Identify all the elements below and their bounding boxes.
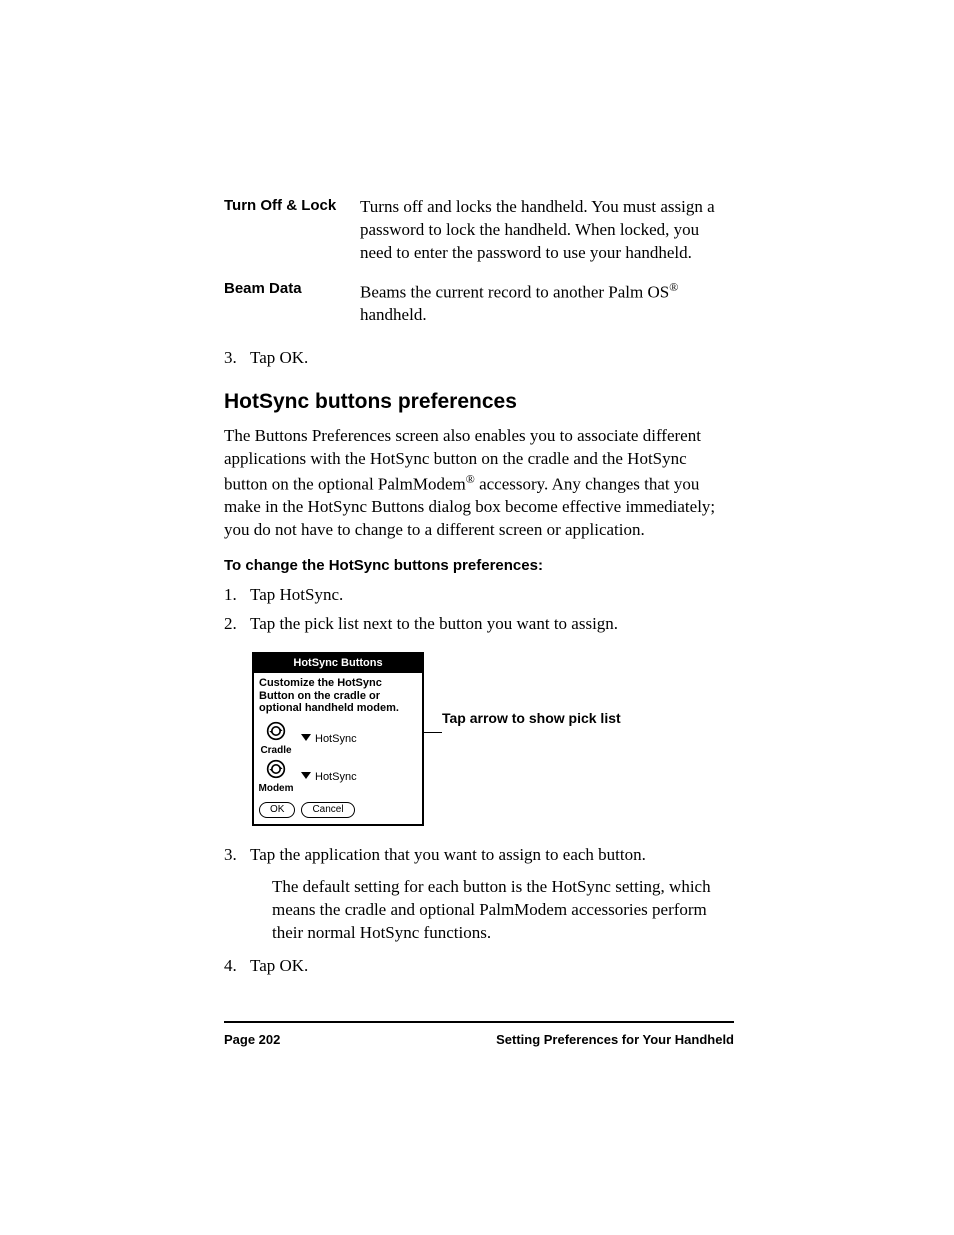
- step-number: 3.: [224, 844, 250, 867]
- modem-picklist-value: HotSync: [315, 770, 357, 785]
- definition-list: Turn Off & Lock Turns off and locks the …: [224, 196, 734, 341]
- step-text: Tap the pick list next to the button you…: [250, 613, 734, 636]
- dialog-row-modem: Modem HotSync: [254, 757, 422, 795]
- registered-mark: ®: [466, 472, 475, 486]
- page: Turn Off & Lock Turns off and locks the …: [0, 0, 954, 1235]
- cancel-button[interactable]: Cancel: [301, 802, 354, 818]
- dialog-button-row: OK Cancel: [254, 796, 422, 824]
- modem-picklist[interactable]: HotSync: [301, 770, 357, 785]
- step-3-tap-ok-first: 3. Tap OK.: [224, 347, 734, 370]
- def-desc-beam-data: Beams the current record to another Palm…: [360, 279, 734, 342]
- intro-paragraph: The Buttons Preferences screen also enab…: [224, 425, 734, 542]
- chevron-down-icon: [301, 732, 315, 747]
- step-number: 2.: [224, 613, 250, 636]
- registered-mark: ®: [669, 280, 678, 294]
- cradle-label: Cradle: [260, 744, 291, 758]
- dialog-row-cradle: Cradle HotSync: [254, 719, 422, 757]
- hotsync-icon: [266, 759, 286, 784]
- dialog-instruction: Customize the HotSync Button on the crad…: [254, 673, 422, 719]
- step-number: 4.: [224, 955, 250, 978]
- procedure-heading: To change the HotSync buttons preference…: [224, 556, 734, 576]
- modem-label: Modem: [259, 782, 294, 796]
- step-text: Tap OK.: [250, 347, 734, 370]
- hotsync-icon: [266, 721, 286, 746]
- cradle-picklist[interactable]: HotSync: [301, 732, 357, 747]
- callout-leader-line: [424, 732, 442, 733]
- footer-page-number: Page 202: [224, 1031, 280, 1049]
- beam-data-text-pre: Beams the current record to another Palm…: [360, 282, 669, 301]
- step-number: 3.: [224, 347, 250, 370]
- step-2-tap-pick-list: 2. Tap the pick list next to the button …: [224, 613, 734, 636]
- step-text: Tap the application that you want to ass…: [250, 844, 734, 867]
- ok-button[interactable]: OK: [259, 802, 295, 818]
- section-heading-hotsync-buttons-preferences: HotSync buttons preferences: [224, 388, 734, 416]
- chevron-down-icon: [301, 770, 315, 785]
- dialog-title: HotSync Buttons: [254, 654, 422, 673]
- step-4-tap-ok: 4. Tap OK.: [224, 955, 734, 978]
- step-3-sub-paragraph: The default setting for each button is t…: [272, 876, 734, 945]
- beam-data-text-post: handheld.: [360, 305, 427, 324]
- cradle-picklist-value: HotSync: [315, 732, 357, 747]
- callout-text: Tap arrow to show pick list: [442, 710, 621, 726]
- footer-section-title: Setting Preferences for Your Handheld: [496, 1031, 734, 1049]
- step-number: 1.: [224, 584, 250, 607]
- page-footer: Page 202 Setting Preferences for Your Ha…: [224, 1021, 734, 1049]
- hotsync-dialog: HotSync Buttons Customize the HotSync Bu…: [252, 652, 424, 825]
- step-text: Tap HotSync.: [250, 584, 734, 607]
- step-3-tap-application: 3. Tap the application that you want to …: [224, 844, 734, 867]
- def-desc-turn-off-lock: Turns off and locks the handheld. You mu…: [360, 196, 734, 279]
- step-1-tap-hotsync: 1. Tap HotSync.: [224, 584, 734, 607]
- modem-icon-block: Modem: [259, 759, 293, 795]
- step-text: Tap OK.: [250, 955, 734, 978]
- callout-tap-arrow: Tap arrow to show pick list: [442, 710, 621, 726]
- def-term-beam-data: Beam Data: [224, 279, 360, 342]
- cradle-icon-block: Cradle: [259, 721, 293, 757]
- figure-hotsync-dialog: HotSync Buttons Customize the HotSync Bu…: [252, 652, 734, 825]
- def-term-turn-off-lock: Turn Off & Lock: [224, 196, 360, 279]
